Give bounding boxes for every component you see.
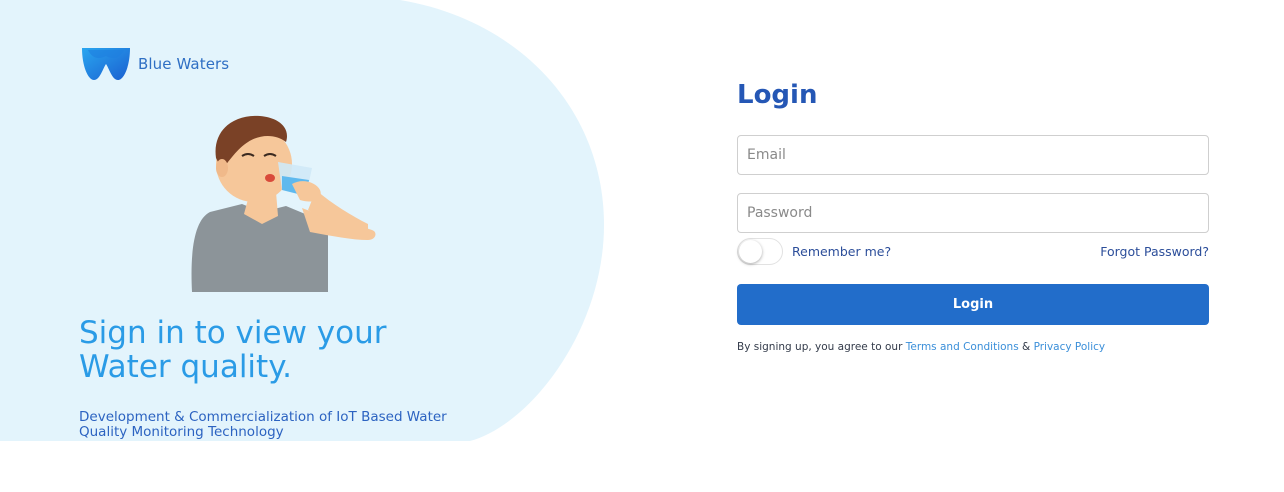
login-page: Blue Waters Sign in to view your Water q… <box>0 0 1284 492</box>
forgot-password-link[interactable]: Forgot Password? <box>1100 244 1209 259</box>
brand-name: Blue Waters <box>138 55 230 73</box>
login-title: Login <box>737 80 818 110</box>
terms-ampersand: & <box>1022 341 1031 353</box>
terms-link[interactable]: Terms and Conditions <box>906 341 1019 353</box>
hero-panel: Blue Waters Sign in to view your Water q… <box>0 0 604 441</box>
password-field[interactable] <box>737 193 1209 233</box>
man-drinking-water-illustration <box>191 115 376 292</box>
brand[interactable]: Blue Waters <box>80 46 229 82</box>
remember-me-label[interactable]: Remember me? <box>792 244 891 259</box>
privacy-link[interactable]: Privacy Policy <box>1034 341 1106 353</box>
hero-headline: Sign in to view your Water quality. <box>79 315 387 385</box>
terms-notice: By signing up, you agree to our Terms an… <box>737 341 1105 353</box>
remember-me-toggle[interactable] <box>737 238 783 265</box>
terms-prefix: By signing up, you agree to our <box>737 341 903 353</box>
email-field[interactable] <box>737 135 1209 175</box>
hero-subline: Development & Commercialization of IoT B… <box>79 409 447 440</box>
toggle-knob <box>739 240 762 263</box>
blue-waters-logo-icon <box>82 48 130 80</box>
login-button[interactable]: Login <box>737 284 1209 325</box>
